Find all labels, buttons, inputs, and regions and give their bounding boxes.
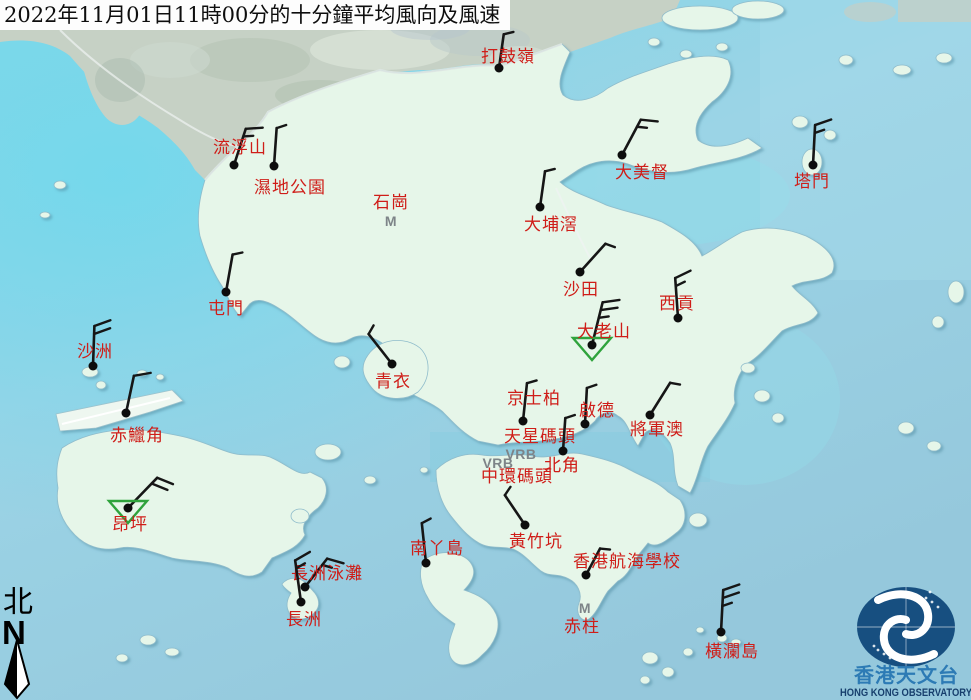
station-dot xyxy=(297,598,306,607)
wind-barb-feather-half xyxy=(599,316,609,317)
station-dot xyxy=(270,162,279,171)
wind-indicator-shek-kong: M xyxy=(385,213,397,229)
station-dot xyxy=(519,417,528,426)
wind-indicator-stanley: M xyxy=(579,600,591,616)
station-label-tuen-mun: 屯門 xyxy=(208,299,244,319)
station-label-ta-kwu-ling: 打鼓嶺 xyxy=(481,47,535,67)
wind-barb-feather-half xyxy=(243,136,253,137)
station-dot xyxy=(646,411,655,420)
station-dot xyxy=(536,203,545,212)
station-label-tseung-kwan-o: 將軍澳 xyxy=(630,420,684,440)
station-dot xyxy=(422,559,431,568)
wind-barb-feather-half xyxy=(600,549,610,550)
hko-wind-map-page: 打鼓嶺流浮山濕地公園M石崗大美督塔門大埔滘沙田西貢大老山屯門沙洲赤鱲角青衣京士柏… xyxy=(0,0,971,700)
station-dot xyxy=(388,360,397,369)
station-dot xyxy=(230,161,239,170)
station-label-stanley: 赤柱 xyxy=(564,617,600,637)
station-label-shek-kong: 石崗 xyxy=(373,193,409,213)
hk-wind-map: 打鼓嶺流浮山濕地公園M石崗大美督塔門大埔滘沙田西貢大老山屯門沙洲赤鱲角青衣京士柏… xyxy=(0,0,971,700)
station-label-waglan-island: 橫瀾島 xyxy=(705,642,759,662)
station-dot xyxy=(521,521,530,530)
station-label-kings-park: 京士柏 xyxy=(507,389,561,409)
station-dot xyxy=(674,314,683,323)
station-label-lamma-island: 南丫島 xyxy=(410,539,464,559)
station-label-north-point: 北角 xyxy=(544,456,580,476)
station-dot xyxy=(122,409,131,418)
station-label-wong-chuk-hang: 黃竹坑 xyxy=(509,532,563,552)
station-dot xyxy=(717,628,726,637)
station-label-wetland-park: 濕地公園 xyxy=(254,178,326,198)
station-label-sha-tin: 沙田 xyxy=(563,280,599,300)
wind-barb-feather-half xyxy=(637,127,647,128)
station-label-tates-cairn: 大老山 xyxy=(577,322,631,342)
station-label-chek-lap-kok: 赤鱲角 xyxy=(110,426,164,446)
hko-name-chinese: 香港天文台 xyxy=(854,663,958,687)
station-dot xyxy=(576,268,585,277)
station-dot xyxy=(809,161,818,170)
station-label-tap-mun: 塔門 xyxy=(794,172,830,192)
station-dot xyxy=(559,447,568,456)
station-label-hk-sea-school: 香港航海學校 xyxy=(573,552,681,572)
north-label-en: N xyxy=(2,614,26,651)
station-label-sha-chau: 沙洲 xyxy=(77,342,113,362)
station-label-cheung-chau-beach: 長洲泳灘 xyxy=(291,564,363,584)
station-label-sai-kung: 西貢 xyxy=(659,294,695,314)
hko-name-english: HONG KONG OBSERVATORY xyxy=(840,687,971,699)
station-dot xyxy=(124,504,133,513)
station-label-tai-mei-tuk: 大美督 xyxy=(615,163,669,183)
station-label-tai-po-kau: 大埔滘 xyxy=(524,215,578,235)
station-label-ngong-ping: 昂坪 xyxy=(112,515,148,535)
station-label-tsing-yi: 青衣 xyxy=(375,372,411,392)
wind-barb-feather-full xyxy=(246,128,263,129)
station-label-central-pier: 中環碼頭 xyxy=(481,467,553,487)
wind-barb-feather-half xyxy=(670,383,680,385)
station-label-cheung-chau: 長洲 xyxy=(286,610,322,630)
station-label-kai-tak: 啟德 xyxy=(579,401,615,421)
station-dot xyxy=(222,288,231,297)
station-label-lau-fau-shan: 流浮山 xyxy=(213,138,267,158)
map-title: 2022年11月01日11時00分的十分鐘平均風向及風速 xyxy=(0,0,510,30)
station-dot xyxy=(618,151,627,160)
station-dot xyxy=(89,362,98,371)
